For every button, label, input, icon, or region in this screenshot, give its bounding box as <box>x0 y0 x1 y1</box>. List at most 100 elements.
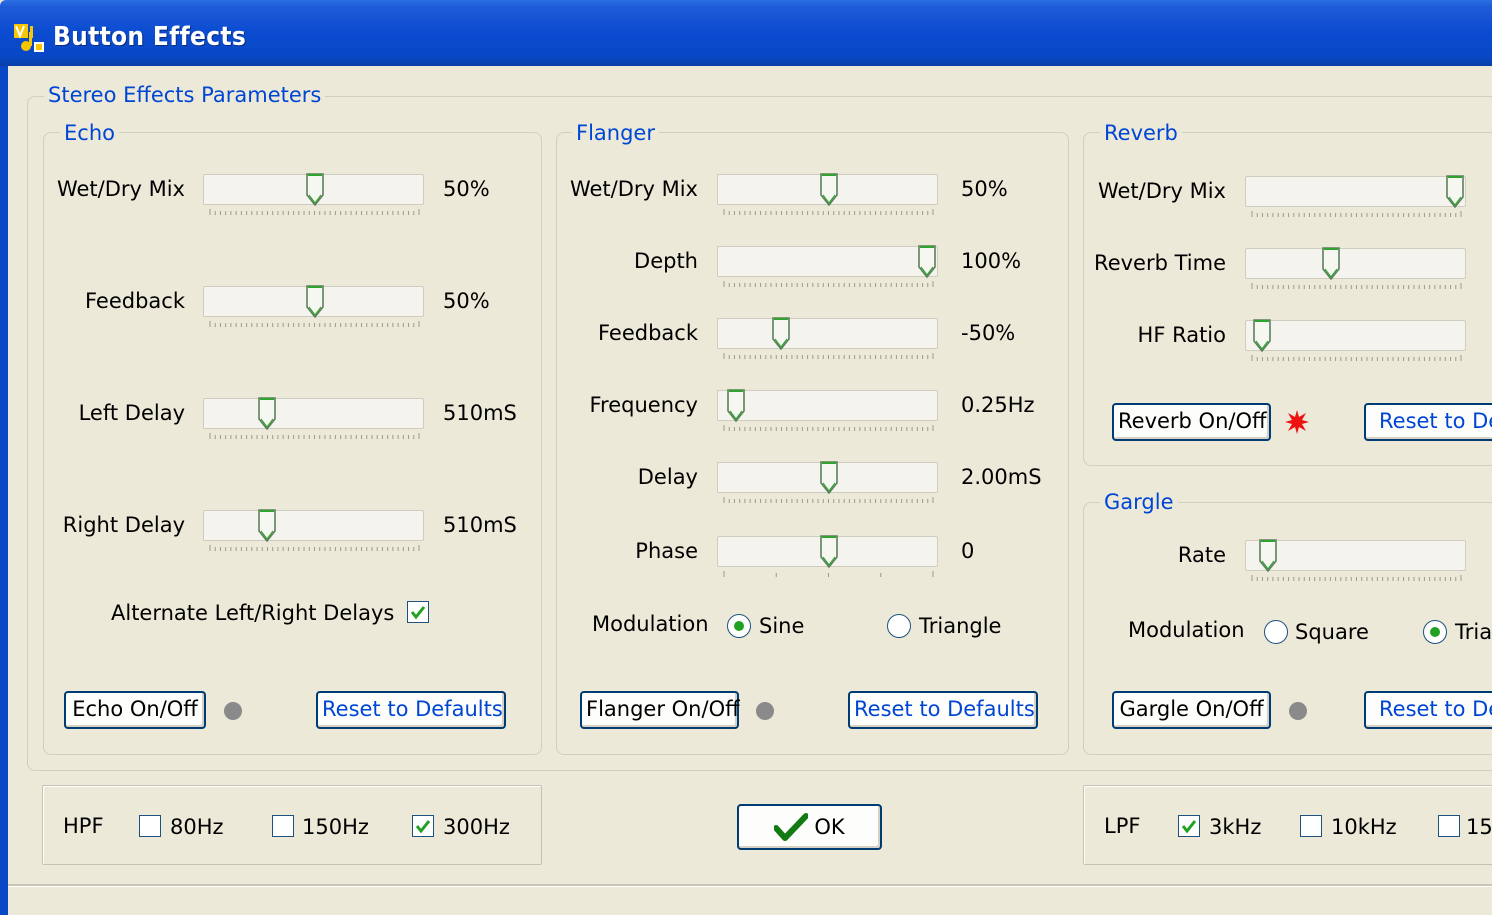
lpf-15khz-label[interactable]: 15 <box>1466 814 1492 840</box>
flanger-modulation-label: Modulation <box>592 612 709 636</box>
slider-ticks <box>1251 575 1462 581</box>
hpf-80hz-checkbox[interactable] <box>139 815 161 837</box>
flanger-reset-button[interactable]: Reset to Defaults <box>848 691 1038 729</box>
slider-ticks <box>209 209 420 215</box>
flanger-delay-label: Delay <box>637 465 698 489</box>
slider-thumb[interactable] <box>1258 539 1278 573</box>
slider-thumb[interactable] <box>1252 319 1272 353</box>
slider-ticks <box>723 571 934 577</box>
radio-dot <box>1430 627 1440 637</box>
lpf-label: LPF <box>1104 814 1141 838</box>
flanger-phase-label: Phase <box>635 539 698 563</box>
echo-wetdry-slider[interactable] <box>203 173 424 215</box>
flanger-feedback-value: -50% <box>961 321 1016 345</box>
echo-status-led <box>223 701 242 720</box>
hpf-150hz-label[interactable]: 150Hz <box>302 814 369 840</box>
echo-feedback-value: 50% <box>443 289 490 313</box>
slider-thumb[interactable] <box>305 173 325 207</box>
flanger-frequency-label: Frequency <box>589 393 699 417</box>
lpf-10khz-checkbox[interactable] <box>1300 815 1322 837</box>
lpf-3khz-checkbox[interactable] <box>1178 815 1200 837</box>
app-icon <box>14 24 46 54</box>
slider-ticks <box>209 545 420 551</box>
echo-leftdelay-label: Left Delay <box>78 401 185 425</box>
echo-rightdelay-slider[interactable] <box>203 509 424 551</box>
window-title: Button Effects <box>53 22 247 52</box>
reverb-group-title: Reverb <box>1100 120 1182 146</box>
flanger-group <box>556 132 1069 755</box>
lpf-3khz-label[interactable]: 3kHz <box>1209 814 1261 840</box>
hpf-300hz-label[interactable]: 300Hz <box>443 814 510 840</box>
reverb-hfratio-slider[interactable] <box>1245 319 1466 361</box>
gargle-modulation-square-label[interactable]: Square <box>1295 619 1369 645</box>
echo-feedback-slider[interactable] <box>203 285 424 327</box>
hpf-label: HPF <box>63 814 104 838</box>
flanger-modulation-triangle-label[interactable]: Triangle <box>919 613 1001 639</box>
slider-ticks <box>723 425 934 431</box>
flanger-status-led <box>755 701 774 720</box>
reverb-time-slider[interactable] <box>1245 247 1466 289</box>
flanger-modulation-sine-label[interactable]: Sine <box>759 613 804 639</box>
slider-thumb[interactable] <box>771 317 791 351</box>
gargle-modulation-square-radio[interactable] <box>1264 620 1288 644</box>
flanger-phase-value: 0 <box>961 539 975 563</box>
flanger-depth-slider[interactable] <box>717 245 938 287</box>
slider-thumb[interactable] <box>819 535 839 569</box>
flanger-depth-label: Depth <box>634 249 698 273</box>
reverb-status-led <box>1285 410 1309 434</box>
check-mark-icon <box>415 820 431 834</box>
slider-ticks <box>1251 355 1462 361</box>
echo-onoff-button[interactable]: Echo On/Off <box>64 691 206 729</box>
slider-thumb[interactable] <box>305 285 325 319</box>
slider-thumb[interactable] <box>1321 247 1341 281</box>
echo-feedback-label: Feedback <box>84 289 185 313</box>
reverb-reset-button[interactable]: Reset to De <box>1364 403 1492 441</box>
lpf-15khz-checkbox[interactable] <box>1438 815 1460 837</box>
gargle-modulation-triangle-label[interactable]: Tria <box>1455 619 1492 645</box>
gargle-modulation-label: Modulation <box>1128 618 1245 642</box>
flanger-phase-slider[interactable] <box>717 535 938 577</box>
flanger-onoff-button[interactable]: Flanger On/Off <box>580 691 740 729</box>
gargle-onoff-button[interactable]: Gargle On/Off <box>1112 691 1271 729</box>
flanger-delay-slider[interactable] <box>717 461 938 503</box>
gargle-modulation-triangle-radio[interactable] <box>1423 620 1447 644</box>
flanger-modulation-triangle-radio[interactable] <box>887 614 911 638</box>
radio-dot <box>734 621 744 631</box>
echo-rightdelay-label: Right Delay <box>62 513 185 537</box>
ok-button[interactable]: OK <box>737 804 882 850</box>
hpf-80hz-label[interactable]: 80Hz <box>170 814 224 840</box>
flanger-delay-value: 2.00mS <box>961 465 1042 489</box>
echo-reset-button[interactable]: Reset to Defaults <box>316 691 506 729</box>
slider-thumb[interactable] <box>819 173 839 207</box>
check-mark-icon <box>1181 820 1197 834</box>
echo-wetdry-value: 50% <box>443 177 490 201</box>
reverb-time-label: Reverb Time <box>1094 251 1226 275</box>
gargle-rate-slider[interactable] <box>1245 539 1466 581</box>
echo-wetdry-label: Wet/Dry Mix <box>56 177 185 201</box>
status-separator <box>8 884 1492 887</box>
slider-thumb[interactable] <box>1445 175 1465 209</box>
slider-thumb[interactable] <box>726 389 746 423</box>
slider-thumb[interactable] <box>257 509 277 543</box>
gargle-group-title: Gargle <box>1100 489 1178 515</box>
gargle-reset-button[interactable]: Reset to De <box>1364 691 1492 729</box>
echo-leftdelay-slider[interactable] <box>203 397 424 439</box>
reverb-onoff-button[interactable]: Reverb On/Off <box>1112 403 1271 441</box>
flanger-frequency-slider[interactable] <box>717 389 938 431</box>
slider-ticks <box>723 353 934 359</box>
reverb-wetdry-slider[interactable] <box>1245 175 1466 217</box>
slider-ticks <box>209 433 420 439</box>
flanger-modulation-sine-radio[interactable] <box>727 614 751 638</box>
flanger-wetdry-slider[interactable] <box>717 173 938 215</box>
slider-thumb[interactable] <box>917 245 937 279</box>
lpf-10khz-label[interactable]: 10kHz <box>1331 814 1397 840</box>
stereo-effects-group-title: Stereo Effects Parameters <box>44 82 326 108</box>
slider-thumb[interactable] <box>257 397 277 431</box>
flanger-feedback-slider[interactable] <box>717 317 938 359</box>
check-mark-icon <box>410 606 426 620</box>
echo-alternate-checkbox[interactable] <box>407 601 429 623</box>
hpf-300hz-checkbox[interactable] <box>412 815 434 837</box>
hpf-150hz-checkbox[interactable] <box>272 815 294 837</box>
flanger-wetdry-value: 50% <box>961 177 1008 201</box>
slider-thumb[interactable] <box>819 461 839 495</box>
